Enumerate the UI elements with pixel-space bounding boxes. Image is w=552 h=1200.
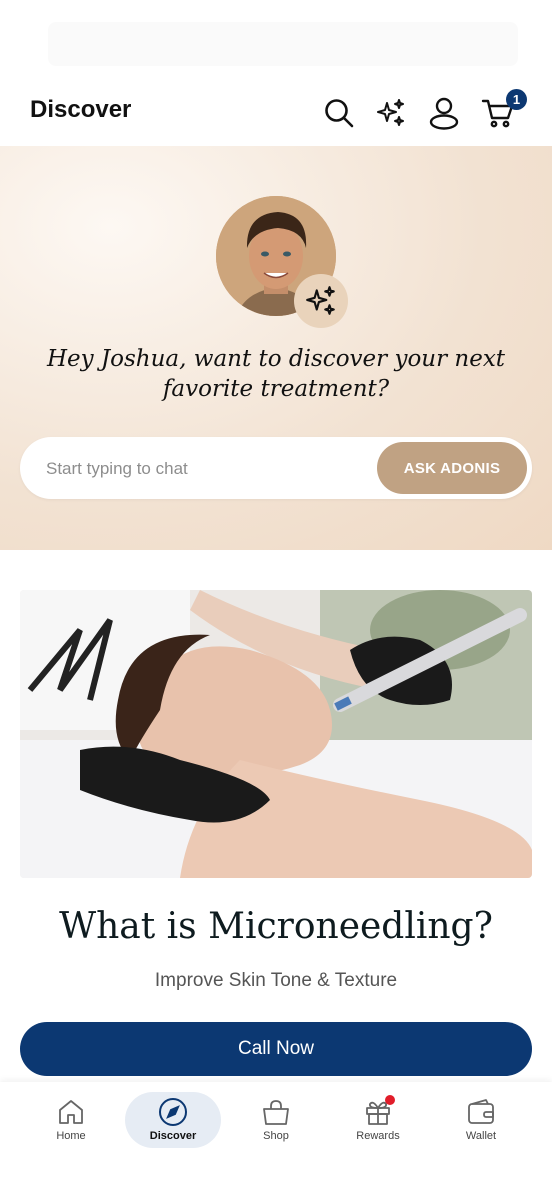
nav-item-home[interactable]: Home bbox=[23, 1092, 119, 1148]
ask-adonis-button[interactable]: ASK ADONIS bbox=[377, 442, 527, 494]
nav-item-shop[interactable]: Shop bbox=[228, 1092, 324, 1148]
chat-input[interactable] bbox=[44, 455, 368, 483]
page-title: Discover bbox=[30, 96, 132, 123]
nav-label-wallet: Wallet bbox=[465, 1130, 497, 1142]
compass-icon bbox=[125, 1096, 221, 1128]
status-bar-blur bbox=[48, 22, 518, 66]
nav-item-discover[interactable]: Discover bbox=[125, 1092, 221, 1148]
app-header: Discover bbox=[0, 80, 552, 146]
nav-label-discover: Discover bbox=[149, 1130, 197, 1142]
nav-item-wallet[interactable]: Wallet bbox=[433, 1092, 529, 1148]
feature-subtitle: Improve Skin Tone & Texture bbox=[154, 970, 398, 991]
chat-box: ASK ADONIS bbox=[20, 437, 532, 499]
ai-chat-hero: Hey Joshua, want to discover your next f… bbox=[0, 146, 552, 550]
bottom-nav: Home Discover Shop Rewards Wallet bbox=[0, 1082, 552, 1200]
feature-title: What is Microneedling? bbox=[59, 906, 493, 947]
hero-greeting: Hey Joshua, want to discover your next f… bbox=[46, 346, 506, 402]
nav-item-rewards[interactable]: Rewards bbox=[330, 1092, 426, 1148]
call-now-button[interactable]: Call Now bbox=[20, 1022, 532, 1076]
home-icon bbox=[23, 1096, 119, 1128]
status-bar bbox=[0, 0, 552, 80]
nav-label-home: Home bbox=[56, 1130, 86, 1142]
microneedling-image bbox=[20, 590, 532, 878]
gift-icon bbox=[330, 1096, 426, 1128]
shopping-bag-icon bbox=[228, 1096, 324, 1128]
rewards-notification-dot bbox=[385, 1095, 395, 1105]
sparkle-icon[interactable] bbox=[373, 95, 409, 131]
nav-label-shop: Shop bbox=[263, 1130, 289, 1142]
cart-count-badge: 1 bbox=[506, 89, 527, 110]
wallet-icon bbox=[433, 1096, 529, 1128]
search-icon[interactable] bbox=[321, 95, 357, 131]
nav-label-rewards: Rewards bbox=[356, 1130, 400, 1142]
profile-icon[interactable] bbox=[426, 95, 462, 131]
ai-sparkle-badge-icon bbox=[294, 274, 348, 328]
